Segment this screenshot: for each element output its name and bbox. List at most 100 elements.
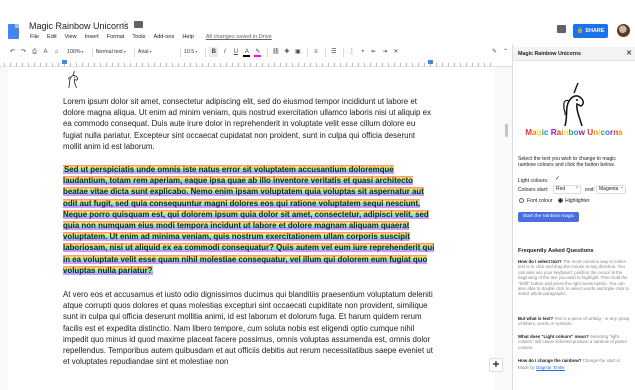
divider xyxy=(133,47,135,57)
faq-item: What does "Light colours" mean? Selectin… xyxy=(518,334,630,350)
font-colour-radio[interactable] xyxy=(519,198,524,203)
divider xyxy=(307,47,309,57)
colour-start-select[interactable]: Red xyxy=(553,184,581,194)
avatar[interactable] xyxy=(617,24,630,37)
made-by: Made by Dagmar Timler xyxy=(518,365,630,370)
docs-logo-icon[interactable] xyxy=(8,24,19,39)
brand-title: Magic Rainbow Unicorns xyxy=(513,128,635,137)
faq-answer: Change the start or xyxy=(582,358,621,363)
highlight-color-icon[interactable]: ✎ xyxy=(253,47,262,57)
clear-formatting-icon[interactable]: ✕ xyxy=(391,47,400,57)
font-size-select[interactable]: 10.5 xyxy=(184,49,197,55)
share-button[interactable]: 🔒 SHARE xyxy=(573,24,608,38)
numbered-list-icon[interactable]: ⋮ xyxy=(347,47,356,57)
faq-question: But what is text? xyxy=(518,316,554,321)
ruler-ticks xyxy=(4,63,492,66)
text-color-icon[interactable]: A xyxy=(242,47,251,57)
line-spacing-icon[interactable]: ☰ xyxy=(329,47,338,57)
editing-mode-icon[interactable]: ✎ xyxy=(490,47,499,57)
font-select[interactable]: Arial xyxy=(138,49,172,55)
highlighter-label: Highlighter xyxy=(565,198,590,204)
colour-end-select[interactable]: Magenta xyxy=(596,184,626,194)
zoom-select[interactable]: 100% xyxy=(67,49,84,55)
document-scrollbar[interactable] xyxy=(503,67,512,390)
brand-word-rainbow: Rainbow xyxy=(551,128,585,137)
document-page[interactable]: Lorem ipsum dolor sit amet, consectetur … xyxy=(8,67,494,390)
unicorn-image[interactable] xyxy=(66,70,80,89)
faq-question: How do I change the rainbow? xyxy=(518,358,582,363)
faq-item: How do I change the rainbow? Change the … xyxy=(518,358,630,363)
menu-help[interactable]: Help xyxy=(182,34,194,40)
redo-icon[interactable]: ↷ xyxy=(19,47,28,57)
undo-icon[interactable]: ↶ xyxy=(8,47,17,57)
menu-insert[interactable]: Insert xyxy=(85,34,99,40)
divider xyxy=(267,47,269,57)
comment-add-icon[interactable]: ✚ xyxy=(282,47,291,57)
addon-sidebar: Magic Rainbow Unicorns ✕ Magic Rainbow U… xyxy=(512,44,635,390)
increase-indent-icon[interactable]: ⇥ xyxy=(380,47,389,57)
ruler xyxy=(0,60,512,67)
author-link[interactable]: Dagmar Timler xyxy=(536,365,565,370)
brand-letter: c xyxy=(543,128,549,137)
font-colour-label: Font colour xyxy=(527,198,553,204)
menu-edit[interactable]: Edit xyxy=(47,34,57,40)
faq-question: What does "Light colours" mean? xyxy=(518,334,589,339)
italic-icon[interactable]: I xyxy=(220,47,229,57)
underline-icon[interactable]: U xyxy=(231,47,240,57)
divider xyxy=(343,47,345,57)
align-left-icon[interactable]: ≡ xyxy=(311,47,320,57)
close-icon[interactable]: ✕ xyxy=(626,49,632,57)
menu-format[interactable]: Format xyxy=(107,34,125,40)
scrollbar-thumb[interactable] xyxy=(505,124,508,137)
paragraph-3: At vero eos et accusamus et iusto odio d… xyxy=(63,290,433,367)
faq-title: Frequently Asked Questions xyxy=(518,248,594,254)
faq-item: How do I select text? The most common wa… xyxy=(518,259,630,297)
sidebar-header: Magic Rainbow Unicorns ✕ xyxy=(513,47,635,61)
spellcheck-icon[interactable]: A xyxy=(41,47,50,57)
divider xyxy=(179,47,181,57)
style-select[interactable]: Normal text xyxy=(96,49,126,55)
title-bar: Magic Rainbow Unicorns ☆ File Edit View … xyxy=(0,0,635,44)
divider xyxy=(205,47,207,57)
brand-letter: s xyxy=(618,128,623,137)
light-colours-checkbox[interactable]: ✓ xyxy=(555,176,560,182)
image-icon[interactable]: ▣ xyxy=(293,47,302,57)
brand-word-unicorns: Unicorns xyxy=(587,128,623,137)
share-label: SHARE xyxy=(585,28,605,34)
indent-marker[interactable] xyxy=(62,60,67,64)
explore-icon[interactable]: ✚ xyxy=(489,358,503,372)
menu-tools[interactable]: Tools xyxy=(132,34,145,40)
start-rainbow-button[interactable]: Start the rainbow magic xyxy=(518,212,579,222)
document-area: Lorem ipsum dolor sit amet, consectetur … xyxy=(0,67,512,390)
made-by-label: Made by xyxy=(518,365,535,370)
colour-end-label: end: xyxy=(585,187,595,193)
menu-file[interactable]: File xyxy=(30,34,39,40)
decrease-indent-icon[interactable]: ⇤ xyxy=(369,47,378,57)
divider xyxy=(91,47,93,57)
menu-bar: File Edit View Insert Format Tools Add-o… xyxy=(30,34,280,40)
print-icon[interactable]: ⎙ xyxy=(30,47,39,57)
menu-addons[interactable]: Add-ons xyxy=(153,34,174,40)
faq-answer: The most common way to select text is to… xyxy=(518,259,630,297)
menu-view[interactable]: View xyxy=(65,34,77,40)
link-icon[interactable]: ⛓ xyxy=(271,47,280,57)
colours-start-label: Colours start: xyxy=(518,187,549,193)
brand-letter: w xyxy=(578,128,585,137)
comments-icon[interactable] xyxy=(557,25,566,33)
paint-format-icon[interactable]: ⌂ xyxy=(52,47,61,57)
star-icon[interactable]: ☆ xyxy=(121,19,129,30)
unicorn-logo xyxy=(563,82,584,127)
instructions-text: Select the text you wish to change to ma… xyxy=(518,156,616,169)
light-colours-label: Light colours: xyxy=(518,178,549,184)
save-status[interactable]: All changes saved in Drive xyxy=(206,34,272,40)
paragraph-2-selected[interactable]: Sed ut perspiciatis unde omnis iste natu… xyxy=(63,164,435,276)
collapse-icon[interactable]: ⌃ xyxy=(501,47,510,57)
bulleted-list-icon[interactable]: • xyxy=(358,47,367,57)
document-title[interactable]: Magic Rainbow Unicorns xyxy=(29,21,129,31)
right-indent-marker[interactable] xyxy=(428,60,433,64)
bold-icon[interactable]: B xyxy=(209,47,219,57)
highlighter-radio[interactable] xyxy=(558,198,563,203)
paragraph-1: Lorem ipsum dolor sit amet, consectetur … xyxy=(63,97,431,151)
brand-word-magic: Magic xyxy=(525,128,548,137)
folder-icon[interactable] xyxy=(134,21,143,28)
